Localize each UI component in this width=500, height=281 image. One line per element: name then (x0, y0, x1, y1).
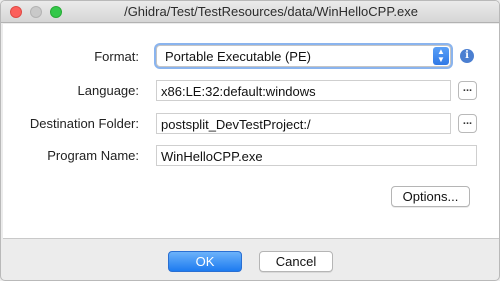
language-field[interactable]: x86:LE:32:default:windows (156, 80, 451, 101)
format-label: Format: (94, 49, 139, 64)
window-title: /Ghidra/Test/TestResources/data/WinHello… (124, 4, 418, 19)
language-value: x86:LE:32:default:windows (161, 84, 316, 99)
destination-folder-field[interactable]: postsplit_DevTestProject:/ (156, 113, 451, 134)
program-name-value: WinHelloCPP.exe (161, 149, 263, 164)
destination-folder-label: Destination Folder: (29, 116, 139, 131)
program-name-label: Program Name: (47, 148, 139, 163)
ok-button[interactable]: OK (168, 251, 242, 272)
chevron-updown-icon: ▲ ▼ (433, 47, 449, 65)
format-select[interactable]: Portable Executable (PE) ▲ ▼ (156, 45, 451, 67)
language-label: Language: (77, 83, 139, 98)
language-browse-button[interactable]: ... (458, 81, 477, 100)
program-name-input[interactable]: WinHelloCPP.exe (156, 145, 477, 166)
import-dialog-window: /Ghidra/Test/TestResources/data/WinHello… (0, 0, 500, 281)
format-select-value: Portable Executable (PE) (165, 49, 311, 64)
title-bar[interactable]: /Ghidra/Test/TestResources/data/WinHello… (1, 1, 499, 23)
cancel-button[interactable]: Cancel (259, 251, 333, 272)
destination-folder-value: postsplit_DevTestProject:/ (161, 117, 311, 132)
destination-browse-button[interactable]: ... (458, 114, 477, 133)
options-button[interactable]: Options... (391, 186, 470, 207)
import-form-panel: Format: Portable Executable (PE) ▲ ▼ i La… (3, 24, 499, 239)
info-icon[interactable]: i (460, 49, 474, 63)
